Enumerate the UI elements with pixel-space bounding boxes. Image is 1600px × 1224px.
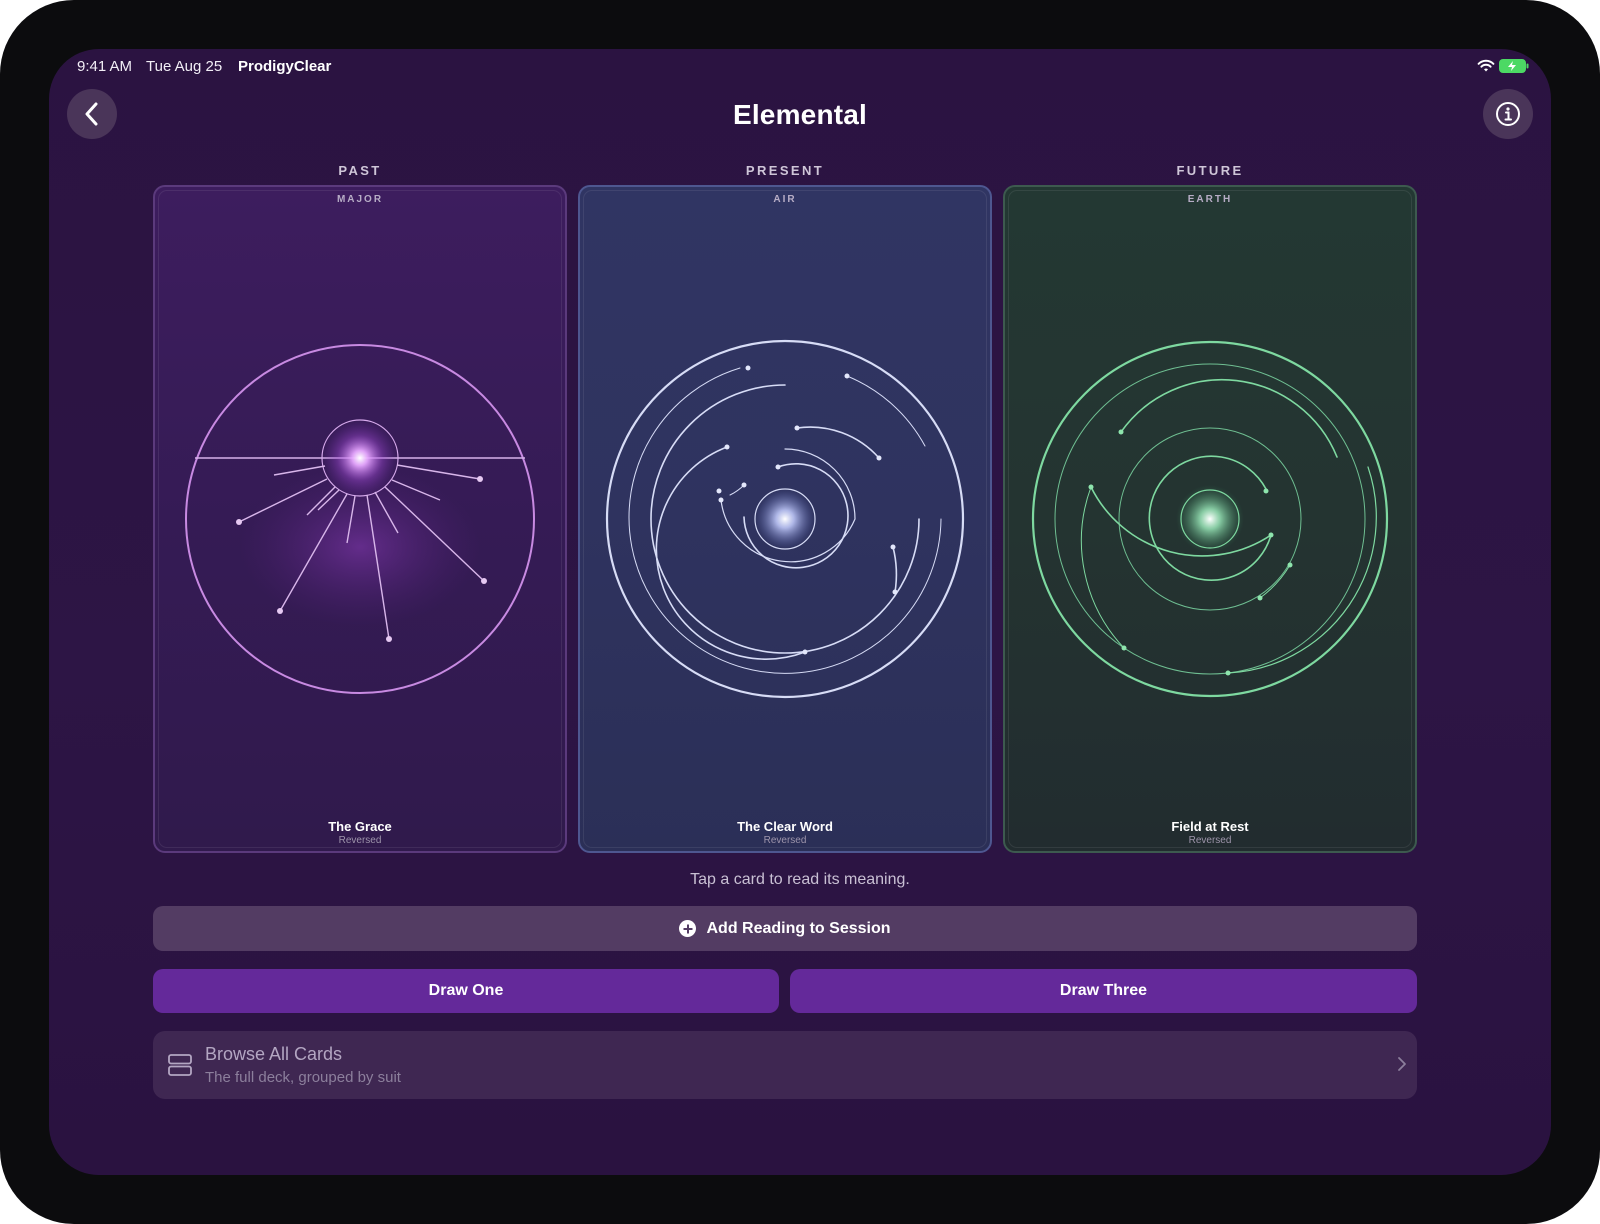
card-stack-icon <box>168 1054 192 1076</box>
slot-label-past: PAST <box>338 163 382 178</box>
grace-sun-illustration <box>185 344 535 694</box>
clear-word-spiral-illustration <box>605 339 965 699</box>
field-at-rest-illustration <box>1031 340 1389 698</box>
card-present[interactable]: AIR The Clear Word Reversed <box>578 185 992 853</box>
add-reading-label: Add Reading to Session <box>706 919 891 937</box>
status-time: 9:41 AM <box>77 58 133 75</box>
card-orientation: Reversed <box>1188 835 1232 846</box>
card-name: The Grace <box>328 819 392 834</box>
browse-all-cards-row[interactable]: Browse All Cards The full deck, grouped … <box>153 1031 1417 1099</box>
status-date: Tue Aug 25 <box>146 58 223 75</box>
slot-label-future: FUTURE <box>1176 163 1244 178</box>
app-screen: 9:41 AM Tue Aug 25 ProdigyClear Elementa… <box>49 49 1551 1175</box>
card-past[interactable]: MAJOR The Grace Reversed <box>153 185 567 853</box>
info-button[interactable] <box>1483 89 1533 139</box>
card-orientation: Reversed <box>763 835 807 846</box>
status-bar: 9:41 AM Tue Aug 25 ProdigyClear <box>49 49 1551 85</box>
hint-text: Tap a card to read its meaning. <box>690 871 910 888</box>
draw-one-button[interactable]: Draw One <box>153 969 779 1013</box>
slot-label-present: PRESENT <box>745 163 825 178</box>
wifi-icon <box>1477 59 1495 72</box>
info-circle-icon <box>1496 102 1520 126</box>
browse-title: Browse All Cards <box>205 1044 343 1064</box>
plus-circle-icon <box>679 920 697 937</box>
page-title: Elemental <box>732 99 868 130</box>
browse-subtitle: The full deck, grouped by suit <box>205 1069 401 1086</box>
chevron-right-icon <box>1398 1057 1406 1071</box>
card-future[interactable]: EARTH Field at Rest Reversed <box>1003 185 1417 853</box>
battery-charging-icon <box>1499 59 1529 73</box>
status-app-name: ProdigyClear <box>238 58 332 75</box>
device-frame: 9:41 AM Tue Aug 25 ProdigyClear Elementa… <box>0 0 1600 1224</box>
card-name: The Clear Word <box>737 819 833 834</box>
card-name: Field at Rest <box>1171 819 1249 834</box>
card-orientation: Reversed <box>338 835 382 846</box>
add-reading-button[interactable]: Add Reading to Session <box>153 906 1417 951</box>
draw-three-button[interactable]: Draw Three <box>790 969 1417 1013</box>
